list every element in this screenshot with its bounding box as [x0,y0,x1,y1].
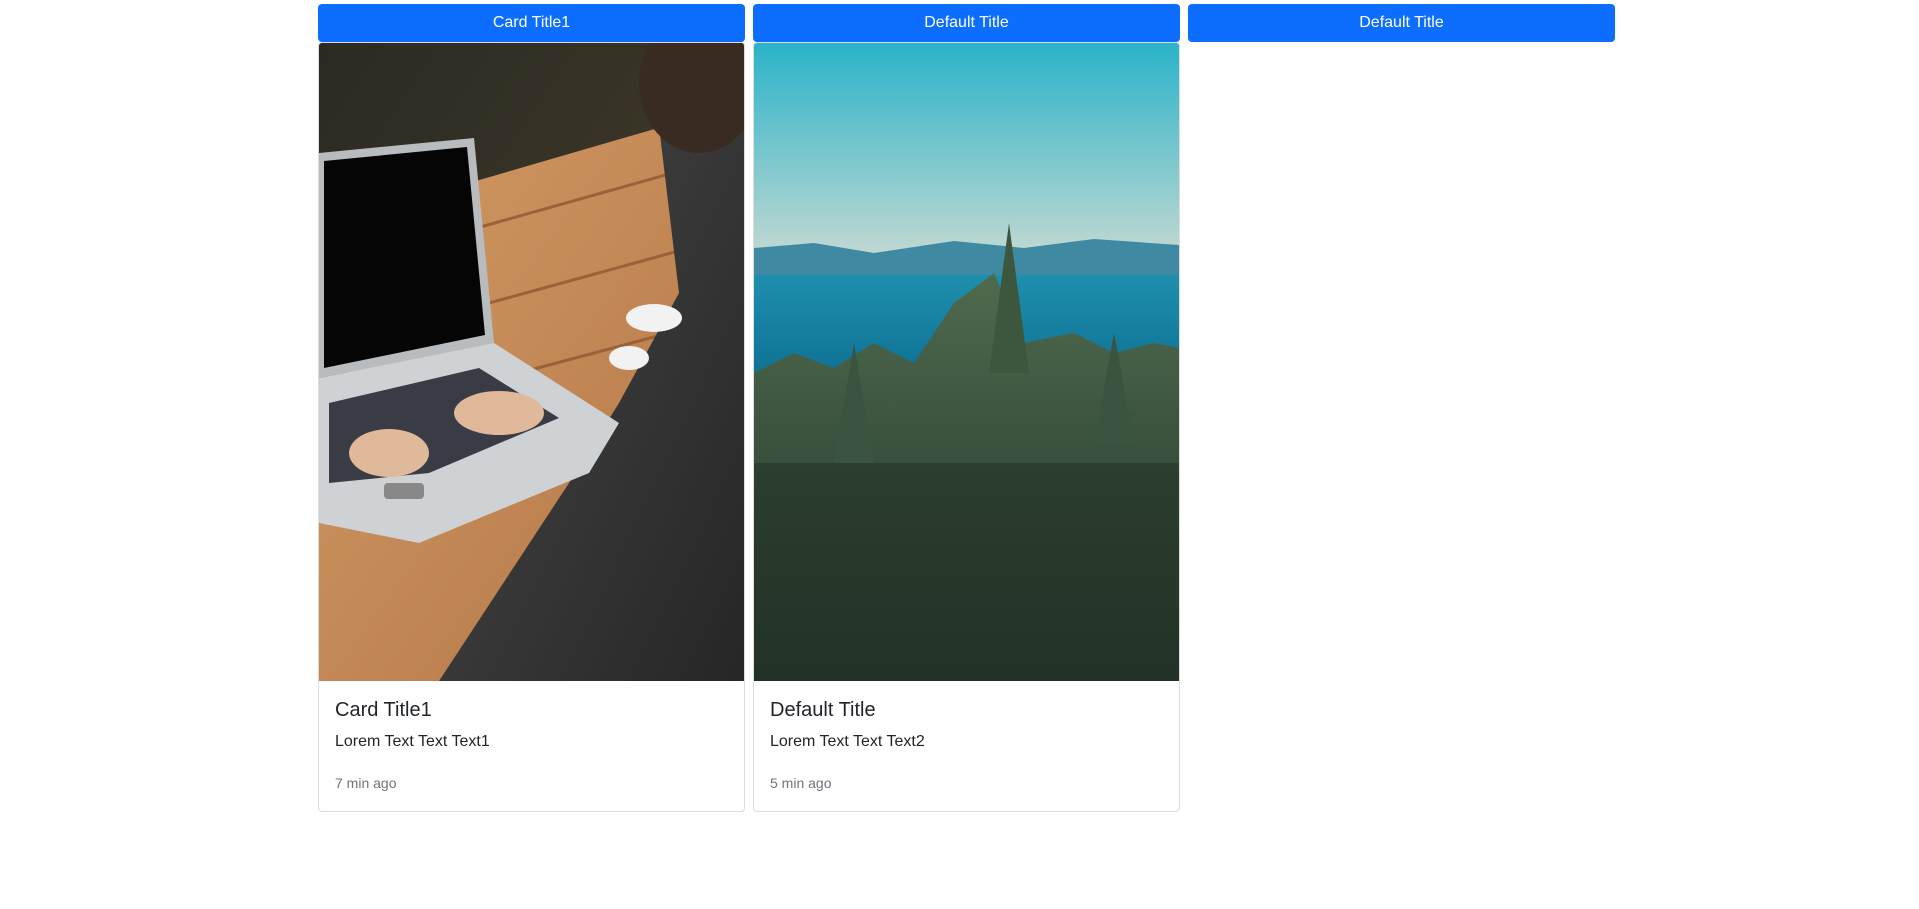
card-timestamp: 5 min ago [770,775,832,791]
card-title: Card Title1 [335,699,432,721]
card-timestamp: 7 min ago [335,775,397,791]
forest-lake-photo [754,43,1179,681]
card-title1-button[interactable]: Card Title1 [318,4,745,42]
card-1: Card Title1 Lorem Text Text Text1 7 min … [318,42,745,812]
card-text: Lorem Text Text Text2 [770,733,925,750]
card-title: Default Title [770,699,876,721]
laptop-photo [319,43,744,681]
card-text: Lorem Text Text Text1 [335,733,490,750]
card-2: Default Title Lorem Text Text Text2 5 mi… [753,42,1180,812]
default-title-button-2[interactable]: Default Title [1188,4,1615,42]
default-title-button-1[interactable]: Default Title [753,4,1180,42]
